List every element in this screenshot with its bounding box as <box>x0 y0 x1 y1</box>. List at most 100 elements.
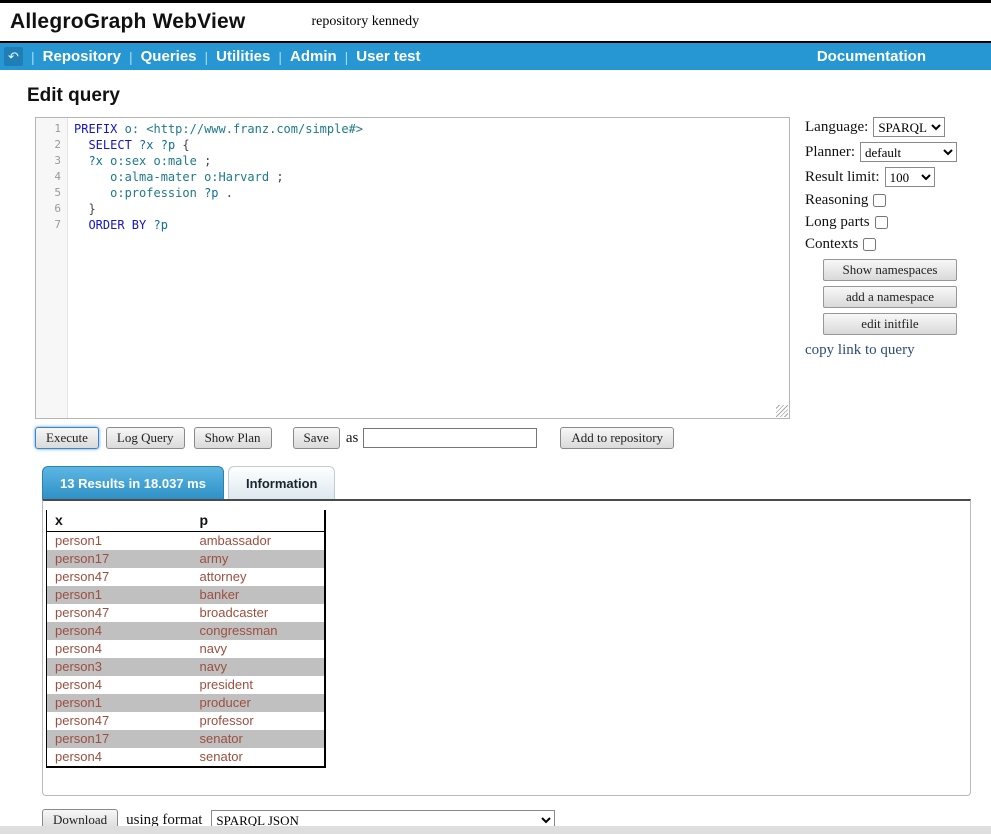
nav-item-queries[interactable]: Queries <box>141 48 197 65</box>
nav-separator: | <box>278 49 282 65</box>
nav-separator: | <box>31 49 35 65</box>
results-header-row: xp <box>47 510 325 532</box>
nav-item-utilities[interactable]: Utilities <box>216 48 270 65</box>
result-row: person47professor <box>47 712 325 730</box>
app-title: AllegroGraph WebView <box>10 10 245 34</box>
code-line: 1PREFIX o: <http://www.franz.com/simple#… <box>36 121 789 137</box>
result-cell[interactable]: person1 <box>47 532 192 551</box>
result-cell[interactable]: person17 <box>47 550 192 568</box>
result-cell[interactable]: navy <box>192 658 325 676</box>
long-parts-checkbox[interactable] <box>875 216 888 229</box>
result-cell[interactable]: person4 <box>47 622 192 640</box>
code-text: ?x o:sex o:male ; <box>68 153 211 169</box>
results-tabs: 13 Results in 18.037 ms Information <box>42 466 991 499</box>
result-cell[interactable]: person4 <box>47 748 192 767</box>
code-line: 6 } <box>36 201 789 217</box>
add-to-repository-button[interactable]: Add to repository <box>560 427 674 449</box>
edit-initfile-button[interactable]: edit initfile <box>823 313 957 335</box>
show-namespaces-button[interactable]: Show namespaces <box>823 259 957 281</box>
result-row: person4senator <box>47 748 325 767</box>
show-plan-button[interactable]: Show Plan <box>194 427 272 449</box>
result-limit-label: Result limit: <box>805 169 880 186</box>
result-row: person1ambassador <box>47 532 325 551</box>
nav-bar: ↶ | Repository | Queries | Utilities | Admin | Us… <box>0 43 991 70</box>
result-cell[interactable]: person1 <box>47 694 192 712</box>
result-cell[interactable]: person47 <box>47 568 192 586</box>
result-row: person4navy <box>47 640 325 658</box>
code-text: ORDER BY ?p <box>68 217 168 233</box>
contexts-checkbox[interactable] <box>863 238 876 251</box>
planner-label: Planner: <box>805 144 855 161</box>
result-limit-select[interactable]: 100 <box>885 167 935 187</box>
nav-item-documentation[interactable]: Documentation <box>817 48 926 65</box>
query-editor[interactable]: 1PREFIX o: <http://www.franz.com/simple#… <box>35 117 790 419</box>
code-line: 3 ?x o:sex o:male ; <box>36 153 789 169</box>
result-row: person17army <box>47 550 325 568</box>
reasoning-checkbox[interactable] <box>873 194 886 207</box>
long-parts-label: Long parts <box>805 214 870 231</box>
result-cell[interactable]: person4 <box>47 640 192 658</box>
results-panel: xp person1ambassadorperson17armyperson47… <box>42 499 971 796</box>
tab-information[interactable]: Information <box>228 466 336 499</box>
result-cell[interactable]: professor <box>192 712 325 730</box>
nav-separator: | <box>129 49 133 65</box>
result-row: person3navy <box>47 658 325 676</box>
language-select[interactable]: SPARQL <box>873 117 945 137</box>
column-header-p: p <box>192 510 325 532</box>
page-title: Edit query <box>27 85 991 107</box>
result-cell[interactable]: person47 <box>47 604 192 622</box>
result-cell[interactable]: army <box>192 550 325 568</box>
result-row: person47broadcaster <box>47 604 325 622</box>
result-cell[interactable]: person1 <box>47 586 192 604</box>
save-button[interactable]: Save <box>293 427 340 449</box>
nav-separator: | <box>205 49 209 65</box>
result-cell[interactable]: president <box>192 676 325 694</box>
result-cell[interactable]: attorney <box>192 568 325 586</box>
result-cell[interactable]: senator <box>192 748 325 767</box>
nav-item-user-test[interactable]: User test <box>356 48 420 65</box>
code-line: 5 o:profession ?p . <box>36 185 789 201</box>
line-number: 2 <box>36 137 68 153</box>
query-options-panel: Language: SPARQL Planner: default Result… <box>805 117 957 419</box>
namespace-buttons: Show namespaces add a namespace edit initf… <box>805 259 957 335</box>
result-cell[interactable]: person47 <box>47 712 192 730</box>
result-cell[interactable]: producer <box>192 694 325 712</box>
result-cell[interactable]: person3 <box>47 658 192 676</box>
result-row: person47attorney <box>47 568 325 586</box>
resize-handle[interactable] <box>776 405 788 417</box>
code-text: } <box>68 201 96 217</box>
column-header-x: x <box>47 510 192 532</box>
code-text: SELECT ?x ?p { <box>68 137 190 153</box>
execute-button[interactable]: Execute <box>35 427 99 449</box>
result-cell[interactable]: senator <box>192 730 325 748</box>
result-row: person17senator <box>47 730 325 748</box>
result-cell[interactable]: navy <box>192 640 325 658</box>
result-cell[interactable]: person17 <box>47 730 192 748</box>
main-area: 1PREFIX o: <http://www.franz.com/simple#… <box>35 117 991 419</box>
as-label: as <box>346 430 359 447</box>
header: AllegroGraph WebView repository kennedy <box>0 3 991 43</box>
line-number: 6 <box>36 201 68 217</box>
nav-separator: | <box>345 49 349 65</box>
result-cell[interactable]: broadcaster <box>192 604 325 622</box>
save-name-input[interactable] <box>363 428 537 448</box>
contexts-label: Contexts <box>805 236 858 253</box>
actions-row: Execute Log Query Show Plan Save as Add … <box>35 427 991 449</box>
nav-item-repository[interactable]: Repository <box>43 48 121 65</box>
nav-item-admin[interactable]: Admin <box>290 48 337 65</box>
result-cell[interactable]: ambassador <box>192 532 325 551</box>
back-icon[interactable]: ↶ <box>4 47 23 66</box>
result-cell[interactable]: banker <box>192 586 325 604</box>
log-query-button[interactable]: Log Query <box>106 427 185 449</box>
tab-results[interactable]: 13 Results in 18.037 ms <box>42 466 224 499</box>
code-text: o:profession ?p . <box>68 185 233 201</box>
add-a-namespace-button[interactable]: add a namespace <box>823 286 957 308</box>
line-number: 1 <box>36 121 68 137</box>
planner-select[interactable]: default <box>860 142 957 162</box>
code-line: 2 SELECT ?x ?p { <box>36 137 789 153</box>
result-cell[interactable]: congressman <box>192 622 325 640</box>
copy-link-to-query[interactable]: copy link to query <box>805 342 915 359</box>
result-row: person4president <box>47 676 325 694</box>
bottom-edge <box>0 826 991 834</box>
result-cell[interactable]: person4 <box>47 676 192 694</box>
